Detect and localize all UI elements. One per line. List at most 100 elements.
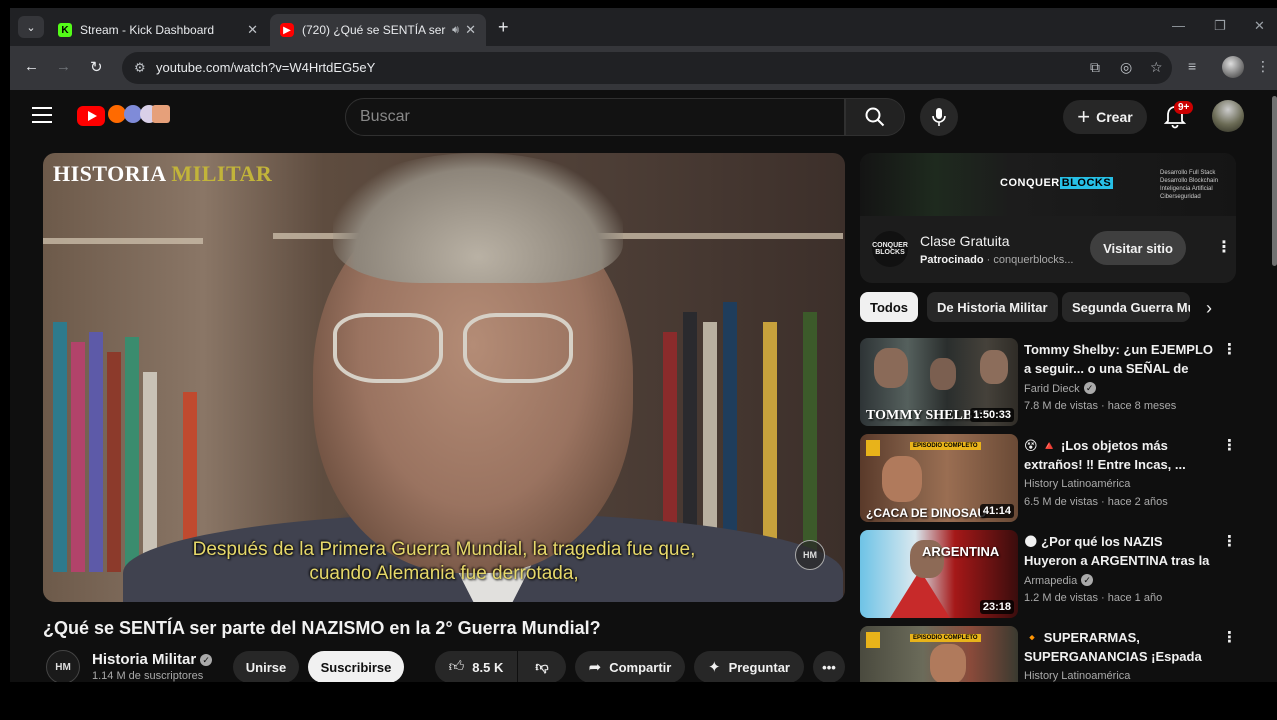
more-vert-icon[interactable]: ⋮ (1222, 436, 1237, 454)
tab-youtube-video[interactable]: ▶ (720) ¿Qué se SENTÍA ser p 🔊︎ ✕ (270, 14, 486, 46)
share-icon: ➦ (588, 659, 602, 676)
related-video-meta: 6.5 M de vistas · hace 2 años (1024, 496, 1168, 508)
video-thumbnail[interactable]: TOMMY SHELBY 1:50:33 (860, 338, 1018, 426)
menu-icon[interactable] (32, 107, 52, 128)
like-button[interactable]: 👍︎ 8.5 K (435, 651, 517, 682)
sponsored-ad-card[interactable]: CONQUER BLOCKS Desarrollo Full Stack Desa… (860, 153, 1236, 283)
speaker-icon[interactable]: 🔊︎ (452, 24, 459, 37)
related-video-title[interactable]: 🌑 ¿Por qué los NAZIS Huyeron a ARGENTINA… (1024, 532, 1214, 570)
thumb-face (930, 358, 956, 390)
forward-icon[interactable]: → (56, 58, 71, 75)
more-actions-button[interactable]: ••• (813, 651, 845, 682)
related-video[interactable]: ARGENTINA 23:18 🌑 ¿Por qué los NAZIS Huy… (860, 530, 1237, 620)
ask-button[interactable]: ✦ Preguntar (694, 651, 804, 682)
ad-title: Clase Gratuita (920, 233, 1010, 249)
youtube-logo[interactable] (77, 106, 105, 126)
video-duration: 23:18 (979, 600, 1014, 614)
chip-from-channel[interactable]: De Historia Militar (927, 292, 1058, 322)
tab-kick-dashboard[interactable]: K Stream - Kick Dashboard ✕ (48, 14, 268, 46)
ad-sponsored-line: Patrocinado · conquerblocks... (920, 254, 1074, 266)
voice-search-button[interactable] (920, 98, 958, 136)
glasses (333, 313, 443, 383)
reload-icon[interactable]: ↻ (90, 58, 103, 76)
channel-watermark: HISTORIA MILITAR (53, 161, 273, 186)
ad-banner[interactable]: CONQUER BLOCKS Desarrollo Full Stack Desa… (860, 153, 1236, 216)
new-tab-button[interactable]: + (498, 17, 509, 38)
chip-topic[interactable]: Segunda Guerra Mu (1062, 292, 1190, 322)
dislike-button[interactable]: 👎︎ (518, 651, 566, 682)
tab-strip: ⌄ K Stream - Kick Dashboard ✕ ▶ (720) ¿Q… (10, 8, 1277, 46)
history-logo (866, 440, 880, 456)
related-video[interactable]: TOMMY SHELBY 1:50:33 Tommy Shelby: ¿un E… (860, 338, 1237, 428)
related-video-title[interactable]: Tommy Shelby: ¿un EJEMPLO a seguir... o … (1024, 340, 1214, 378)
chevron-right-icon[interactable]: › (1206, 298, 1212, 319)
subscriber-count: 1.14 M de suscriptores (92, 670, 204, 682)
video-thumbnail[interactable]: EPISODIO COMPLETO (860, 626, 1018, 682)
channel-avatar[interactable]: HM (46, 650, 80, 682)
subscribe-button[interactable]: Suscribirse (308, 651, 404, 682)
channel-name[interactable]: Historia Militar ✓ (92, 651, 213, 668)
video-thumbnail[interactable]: ARGENTINA 23:18 (860, 530, 1018, 618)
eye-off-icon[interactable]: ◎ (1120, 59, 1132, 76)
related-video-title[interactable]: 🔸 SUPERARMAS, SUPERGANANCIAS ¡Espada ... (1024, 628, 1214, 666)
search-field[interactable] (345, 98, 845, 136)
account-avatar[interactable] (1212, 100, 1244, 132)
search-icon (865, 107, 885, 127)
ad-more-icon[interactable]: ⋮ (1216, 237, 1232, 257)
related-video-meta: 1.2 M de vistas · hace 1 año (1024, 592, 1163, 604)
more-vert-icon[interactable]: ⋮ (1222, 340, 1237, 358)
related-video-title[interactable]: 😵 🔺 ¡Los objetos más extraños! ‼ Entre I… (1024, 436, 1214, 474)
video-duration: 1:50:33 (970, 408, 1014, 422)
more-vert-icon[interactable]: ⋮ (1222, 532, 1237, 550)
related-channel[interactable]: Farid Dieck ✓ (1024, 382, 1096, 395)
search-button[interactable] (845, 98, 905, 136)
browser-window: ⌄ K Stream - Kick Dashboard ✕ ▶ (720) ¿Q… (10, 8, 1277, 682)
share-button[interactable]: ➦ Compartir (575, 651, 685, 682)
sparkle-icon: ✦ (708, 659, 721, 676)
related-video[interactable]: EPISODIO COMPLETO 🔸 SUPERARMAS, SUPERGAN… (860, 626, 1237, 682)
minimize-icon[interactable]: — (1172, 18, 1185, 33)
related-channel[interactable]: History Latinoamérica (1024, 670, 1130, 682)
verified-icon: ✓ (200, 654, 213, 666)
microphone-icon (932, 108, 946, 126)
join-button[interactable]: Unirse (233, 651, 299, 682)
book (803, 312, 817, 572)
video-thumbnail[interactable]: EPISODIO COMPLETO ¿CACA DE DINOSAU 41:14 (860, 434, 1018, 522)
profile-avatar[interactable] (1222, 56, 1244, 78)
video-player[interactable]: HISTORIA MILITAR HM Después de la Primer… (43, 153, 845, 602)
book (125, 337, 139, 572)
close-tab-icon[interactable]: ✕ (247, 22, 258, 38)
page-scrollbar[interactable] (1272, 90, 1277, 682)
related-video-meta: 7.8 M de vistas · hace 8 meses (1024, 400, 1177, 412)
close-tab-icon[interactable]: ✕ (465, 22, 476, 38)
back-icon[interactable]: ← (24, 58, 39, 75)
visit-site-button[interactable]: Visitar sitio (1090, 231, 1186, 265)
video-title: ¿Qué se SENTÍA ser parte del NAZISMO en … (43, 618, 601, 638)
address-bar[interactable]: ⚙ youtube.com/watch?v=W4HrtdEG5eY ⧉ ◎ ☆ (122, 52, 1172, 84)
thumbnail-caption: ¿CACA DE DINOSAU (866, 506, 987, 520)
scrollbar-thumb[interactable] (1272, 96, 1277, 266)
related-channel[interactable]: Armapedia ✓ (1024, 574, 1094, 587)
chip-all[interactable]: Todos (860, 292, 919, 322)
tab-search-button[interactable]: ⌄ (18, 16, 44, 38)
related-channel[interactable]: History Latinoamérica (1024, 478, 1130, 490)
close-window-icon[interactable]: ✕ (1254, 18, 1265, 34)
history-logo (866, 632, 880, 648)
star-icon[interactable]: ☆ (1150, 59, 1163, 76)
thumb-face (874, 348, 908, 388)
install-app-icon[interactable]: ⧉ (1090, 59, 1100, 76)
thumbs-up-icon: 👍︎ (448, 658, 465, 675)
thumb-face (930, 644, 966, 682)
related-video[interactable]: EPISODIO COMPLETO ¿CACA DE DINOSAU 41:14… (860, 434, 1237, 524)
video-duration: 41:14 (979, 504, 1014, 518)
site-info-icon[interactable]: ⚙ (134, 60, 146, 76)
restore-icon[interactable]: ❐ (1214, 18, 1226, 34)
more-vert-icon[interactable]: ⋮ (1222, 628, 1237, 646)
media-controls-icon[interactable]: ≡ (1188, 58, 1196, 74)
search-input[interactable] (346, 99, 844, 135)
youtube-header: + Crear 9+ (10, 90, 1277, 146)
browser-menu-icon[interactable]: ⋮ (1256, 58, 1270, 75)
notifications-badge: 9+ (1174, 101, 1194, 114)
thumbnail-tag: EPISODIO COMPLETO (910, 634, 981, 642)
create-button[interactable]: + Crear (1063, 100, 1147, 134)
